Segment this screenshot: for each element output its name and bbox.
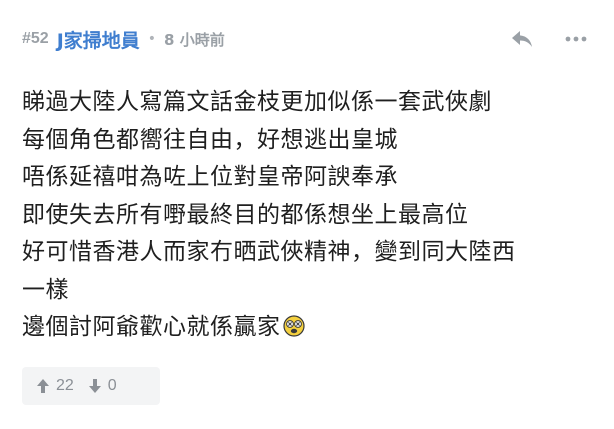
arrow-down-icon: [88, 379, 101, 393]
meta-separator: •: [147, 31, 157, 47]
content-line: 好可惜香港人而家冇晒武俠精神，變到同大陸西: [22, 239, 516, 265]
arrow-up-icon: [37, 379, 49, 393]
content-line: 睇過大陸人寫篇文話金枝更加似係一套武俠劇: [22, 89, 492, 115]
content-line-text: 邊個討阿爺歡心就係贏家: [22, 314, 281, 340]
content-line: 每個角色都嚮往自由，好想逃出皇城: [22, 126, 398, 153]
dizzy-face-emoji-icon: [282, 312, 305, 337]
downvote-button[interactable]: 0: [88, 377, 117, 395]
content-line-last: 邊個討阿爺歡心就係贏家: [22, 309, 594, 347]
header-actions: [508, 25, 592, 53]
reply-icon[interactable]: [508, 25, 536, 53]
post-time: 8 小時前: [164, 30, 225, 49]
vote-bar: 22 0: [22, 367, 160, 405]
post-content: 睇過大陸人寫篇文話金枝更加似係一套武俠劇 每個角色都嚮往自由，好想逃出皇城 唔係…: [22, 84, 594, 347]
upvote-count: 22: [56, 377, 74, 394]
content-line: 唔係延禧咁為咗上位對皇帝阿諛奉承: [22, 164, 398, 190]
content-line: 一樣: [22, 276, 69, 303]
post-header: #52 J家掃地員 • 8 小時前: [22, 24, 592, 54]
upvote-button[interactable]: 22: [36, 377, 74, 395]
downvote-count: 0: [107, 377, 117, 394]
content-line: 即使失去所有嘢最終目的都係想坐上最高位: [22, 201, 469, 228]
more-options-icon[interactable]: [562, 25, 590, 53]
post-card: #52 J家掃地員 • 8 小時前 睇過大陸人寫篇文話金枝更加似係一套武俠劇 每…: [0, 0, 614, 429]
author-name[interactable]: J家掃地員: [57, 26, 140, 53]
floor-number: #52: [22, 30, 49, 47]
